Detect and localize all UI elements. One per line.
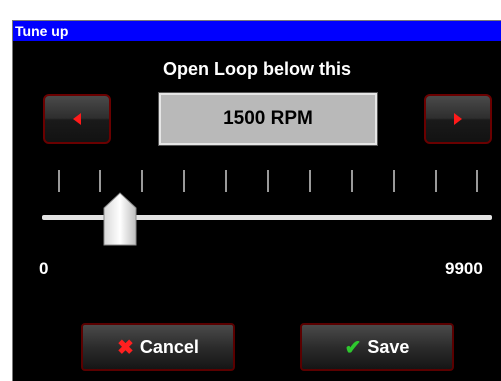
x-icon: ✖ <box>117 336 134 359</box>
save-button[interactable]: ✔ Save <box>300 323 454 371</box>
left-arrow-icon <box>73 113 81 125</box>
increment-button[interactable] <box>424 94 492 144</box>
right-arrow-icon <box>454 113 462 125</box>
slider-tick <box>267 170 269 192</box>
window-title: Tune up <box>13 21 501 41</box>
slider-tick <box>476 170 478 192</box>
decrement-button[interactable] <box>43 94 111 144</box>
cancel-button-label: Cancel <box>139 336 199 357</box>
slider-ticks <box>13 170 501 194</box>
save-button-label: Save <box>367 336 410 357</box>
slider-tick <box>58 170 60 192</box>
slider-min-label: 0 <box>39 259 49 278</box>
slider-max-label: 9900 <box>445 259 483 278</box>
slider-tick <box>225 170 227 192</box>
check-icon: ✔ <box>344 336 362 359</box>
slider-thumb[interactable] <box>103 192 137 246</box>
slider-tick <box>351 170 353 192</box>
cancel-button[interactable]: ✖ Cancel <box>81 323 235 371</box>
value-display: 1500 RPM <box>158 92 378 146</box>
slider-tick <box>309 170 311 192</box>
slider-tick <box>393 170 395 192</box>
slider-tick <box>435 170 437 192</box>
slider-tick <box>141 170 143 192</box>
setting-heading: Open Loop below this <box>163 59 351 79</box>
slider-tick <box>99 170 101 192</box>
slider-tick <box>183 170 185 192</box>
